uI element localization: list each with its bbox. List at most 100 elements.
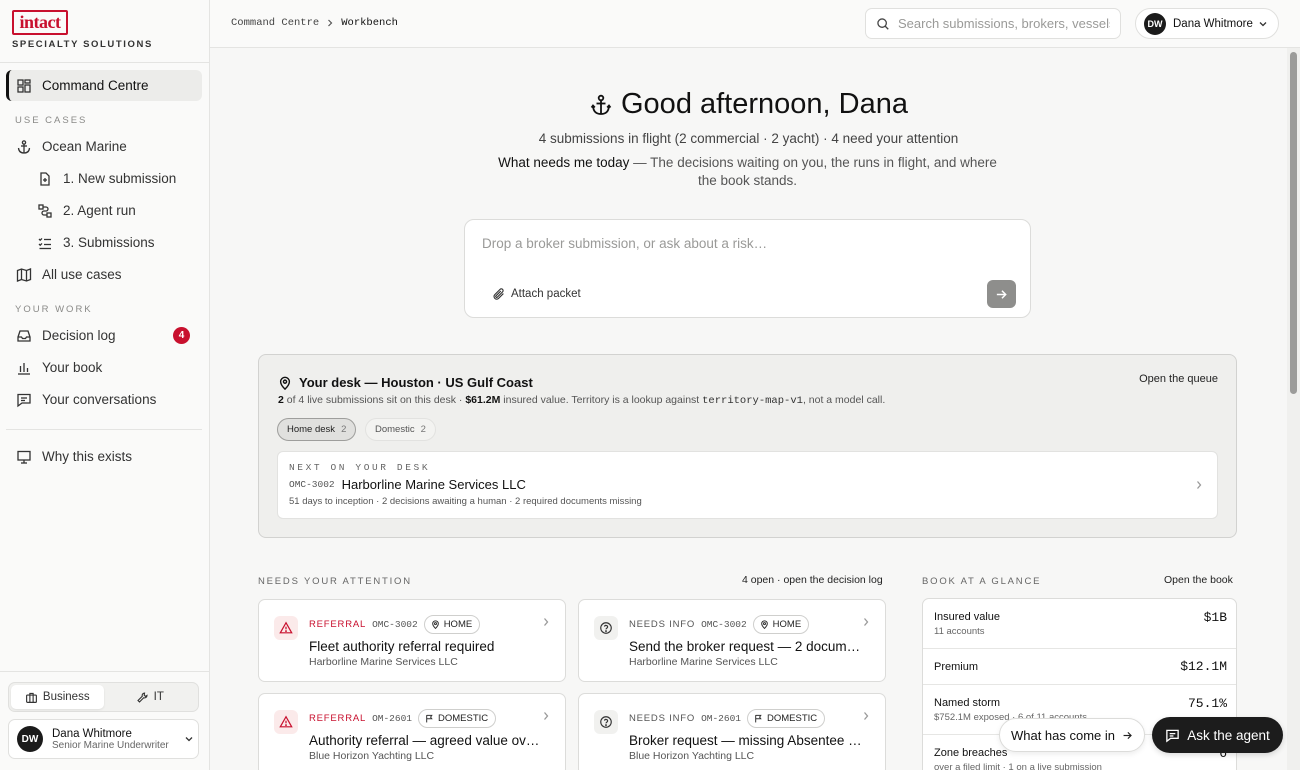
breadcrumb-root-link[interactable]: Command Centre (231, 17, 319, 29)
open-queue-link[interactable]: Open the queue (1139, 373, 1218, 385)
book-value: $12.1M (1180, 659, 1227, 674)
submission-code: OM-2601 (701, 713, 741, 724)
sidebar-item-your-conversations[interactable]: Your conversations (6, 384, 202, 415)
attention-card[interactable]: NEEDS INFO OM-2601 DOMESTIC Broker reque… (578, 693, 886, 770)
sidebar-item-all-use-cases[interactable]: All use cases (6, 259, 202, 290)
anchor-icon (17, 139, 31, 154)
top-user-name: Dana Whitmore (1173, 17, 1253, 30)
desk-value: $61.2M (465, 394, 501, 406)
book-row-insured[interactable]: Insured value 11 accounts $1B (923, 599, 1236, 649)
chip-domestic[interactable]: Domestic 2 (365, 418, 436, 441)
book-sub: over a filed limit · 1 on a live submiss… (934, 762, 1102, 770)
book-row-premium[interactable]: Premium $12.1M (923, 649, 1236, 685)
scrollbar[interactable] (1287, 48, 1300, 770)
chat-icon (17, 393, 31, 407)
flight-summary: 4 submissions in flight (2 commercial · … (538, 131, 959, 146)
sidebar-item-your-book[interactable]: Your book (6, 352, 202, 383)
sidebar-item-ocean-marine[interactable]: Ocean Marine (6, 131, 202, 162)
book-key: Premium (934, 661, 979, 673)
decision-log-count-badge: 4 (173, 327, 190, 344)
attention-title: Fleet authority referral required (309, 639, 495, 654)
main-content: Good afternoon, Dana 4 submissions in fl… (210, 48, 1287, 770)
attention-icon-box (594, 616, 618, 640)
intact-logo[interactable]: intact SPECIALTY SOLUTIONS (12, 10, 153, 50)
chip-home-desk[interactable]: Home desk 2 (277, 418, 357, 441)
needs-attention-label: NEEDS YOUR ATTENTION (258, 576, 412, 587)
wrench-icon (136, 691, 148, 703)
submission-code: OM-2601 (372, 713, 412, 724)
question-icon (600, 716, 612, 728)
book-sub: 11 accounts (934, 626, 985, 637)
sidebar-item-decision-log[interactable]: Decision log 4 (6, 320, 202, 351)
use-cases-label: USE CASES (15, 115, 88, 126)
sidebar-item-label: Command Centre (42, 78, 149, 93)
sidebar-item-agent-run[interactable]: 2. Agent run (6, 195, 202, 226)
attention-head: NEEDS INFO OMC-3002 HOME (629, 615, 810, 634)
sidebar-item-label: Ocean Marine (42, 139, 127, 154)
chevron-down-icon (1259, 22, 1267, 27)
book-value: 75.1% (1187, 696, 1227, 711)
user-name: Dana Whitmore (52, 727, 132, 740)
attention-kind: NEEDS INFO (629, 619, 696, 630)
flag-icon (426, 714, 433, 723)
sidebar-item-why-this-exists[interactable]: Why this exists (6, 441, 202, 472)
desk-info-c: , not a model call. (802, 394, 886, 406)
territory-tag: HOME (423, 615, 481, 634)
attach-packet-button[interactable]: Attach packet (492, 287, 581, 301)
what-has-come-in-label: What has come in (1010, 727, 1116, 743)
attention-kind: REFERRAL (309, 713, 367, 724)
next-on-desk-card[interactable]: NEXT ON YOUR DESK OMC-3002 Harborline Ma… (277, 451, 1218, 519)
open-book-link[interactable]: Open the book (1164, 574, 1233, 586)
hero-rest: — The decisions waiting on you, the runs… (629, 155, 997, 188)
chat-icon (1166, 729, 1179, 742)
attention-card[interactable]: REFERRAL OM-2601 DOMESTIC Authority refe… (258, 693, 566, 770)
mode-business-label: Business (42, 691, 90, 703)
attention-head: NEEDS INFO OM-2601 DOMESTIC (629, 709, 826, 728)
mode-it-label: IT (153, 691, 164, 703)
top-user-menu[interactable]: DW Dana Whitmore (1135, 8, 1279, 39)
desk-title: Your desk — Houston · US Gulf Coast (278, 375, 533, 390)
mode-it-button[interactable]: IT (104, 685, 197, 709)
attention-card[interactable]: REFERRAL OMC-3002 HOME Fleet authority r… (258, 599, 566, 682)
mode-business-button[interactable]: Business (11, 685, 104, 709)
sidebar-item-label: Your book (42, 360, 103, 375)
tag-label: HOME (772, 619, 802, 630)
send-button[interactable] (987, 280, 1016, 308)
next-label: NEXT ON YOUR DESK (289, 462, 431, 473)
arrow-right-icon (1123, 731, 1132, 739)
sidebar-item-new-submission[interactable]: 1. New submission (6, 163, 202, 194)
sidebar-item-submissions[interactable]: 3. Submissions (6, 227, 202, 258)
chip-count: 2 (420, 424, 426, 435)
attention-icon-box (594, 710, 618, 734)
map-pin-icon (279, 376, 291, 390)
composer: Attach packet (464, 219, 1031, 318)
attention-account: Blue Horizon Yachting LLC (309, 750, 435, 762)
user-menu[interactable]: DW Dana Whitmore Senior Marine Underwrit… (8, 719, 199, 759)
attention-account: Blue Horizon Yachting LLC (629, 750, 755, 762)
logo-wordmark: intact (12, 10, 68, 35)
open-decision-log-link[interactable]: 4 open · open the decision log (742, 574, 883, 586)
chip-count: 2 (341, 424, 347, 435)
chevron-right-icon (864, 712, 869, 720)
chevron-right-icon (328, 19, 333, 27)
search-input[interactable] (898, 16, 1110, 31)
next-meta: 51 days to inception · 2 decisions await… (289, 496, 642, 507)
next-row: OMC-3002 Harborline Marine Services LLC (289, 477, 526, 492)
user-role: Senior Marine Underwriter (52, 739, 169, 751)
attention-kind: REFERRAL (309, 619, 367, 630)
greeting: Good afternoon, Dana (210, 88, 1287, 121)
attention-card[interactable]: NEEDS INFO OMC-3002 HOME Send the broker… (578, 599, 886, 682)
desk-title-text: Your desk — Houston · US Gulf Coast (299, 375, 533, 390)
logo-subtitle: SPECIALTY SOLUTIONS (12, 39, 153, 50)
scrollbar-thumb[interactable] (1290, 52, 1297, 394)
ask-the-agent-button[interactable]: Ask the agent (1152, 717, 1283, 753)
chevron-right-icon (544, 618, 549, 626)
flag-icon (755, 714, 762, 723)
composer-input[interactable] (482, 236, 1002, 258)
attach-label: Attach packet (511, 288, 581, 300)
briefcase-icon (25, 692, 37, 703)
sidebar-item-command-centre[interactable]: Command Centre (6, 70, 202, 101)
what-has-come-in-button[interactable]: What has come in (999, 718, 1145, 752)
chevron-right-icon (1197, 481, 1202, 489)
chip-label: Domestic (375, 424, 415, 435)
